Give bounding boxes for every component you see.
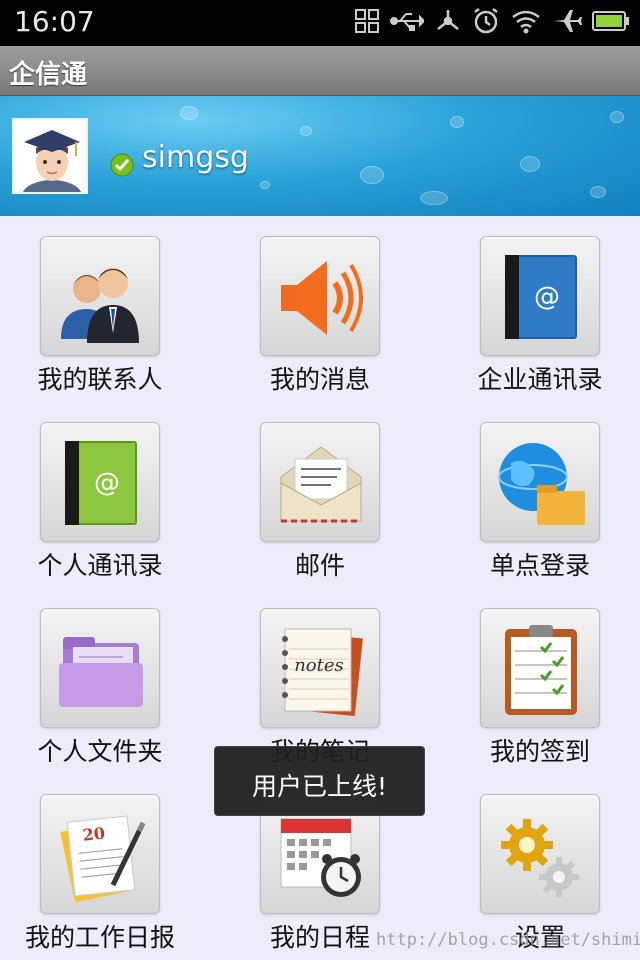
- toast-message: 用户已上线!: [251, 772, 388, 801]
- graduate-avatar-icon: [14, 120, 86, 192]
- clipboard-checklist-icon: [505, 625, 577, 715]
- gears-icon: [501, 819, 579, 897]
- menu-tile-enterprise-directory[interactable]: @: [480, 236, 600, 356]
- usb-icon: [390, 11, 426, 35]
- menu-label-single-sign-on: 单点登录: [489, 551, 590, 580]
- clock-time: 16:07: [14, 5, 95, 38]
- globe-folder-icon: [498, 443, 585, 525]
- menu-tile-my-daily-report[interactable]: 20: [40, 794, 160, 914]
- username: simgsg: [142, 140, 249, 175]
- menu-label-my-messages: 我的消息: [269, 365, 370, 394]
- app-title-bar: 企信通: [0, 46, 640, 96]
- wifi-icon: [510, 7, 542, 39]
- menu-tile-mail[interactable]: [260, 422, 380, 542]
- menu-label-my-check-in: 我的签到: [489, 737, 590, 766]
- share-icon: [434, 7, 462, 39]
- svg-text:notes: notes: [294, 655, 344, 676]
- profile-banner: simgsg: [0, 96, 640, 216]
- status-bar: 16:07: [0, 0, 640, 46]
- menu-tile-my-notes[interactable]: notes: [260, 608, 380, 728]
- purple-folder-icon: [59, 637, 143, 707]
- menu-label-my-contacts: 我的联系人: [37, 365, 163, 394]
- online-status-icon: [110, 153, 134, 177]
- menu-tile-settings[interactable]: [480, 794, 600, 914]
- menu-tile-my-messages[interactable]: [260, 236, 380, 356]
- svg-text:@: @: [94, 468, 120, 498]
- toast-notification: 用户已上线!: [214, 746, 425, 816]
- menu-tile-personal-folder[interactable]: [40, 608, 160, 728]
- battery-icon: [592, 10, 630, 36]
- watermark-text: http://blog.csdn.net/shimiso: [376, 930, 640, 950]
- airplane-mode-icon: [552, 7, 582, 39]
- envelope-icon: [280, 446, 362, 523]
- alarm-icon: [472, 7, 500, 39]
- calendar-clock-icon: [280, 818, 361, 897]
- svg-text:20: 20: [82, 824, 106, 845]
- green-address-book-icon: @: [65, 441, 137, 525]
- menu-tile-my-check-in[interactable]: [480, 608, 600, 728]
- app-title: 企信通: [9, 60, 88, 90]
- menu-tile-single-sign-on[interactable]: [480, 422, 600, 542]
- menu-tile-my-contacts[interactable]: [40, 236, 160, 356]
- menu-label-my-daily-report: 我的工作日报: [24, 923, 175, 952]
- svg-text:@: @: [534, 282, 560, 312]
- blue-address-book-icon: @: [505, 255, 577, 339]
- menu-label-personal-address-book: 个人通讯录: [37, 551, 163, 580]
- status-icons: [354, 8, 630, 38]
- menu-label-enterprise-directory: 企业通讯录: [477, 365, 603, 394]
- menu-label-mail: 邮件: [294, 551, 345, 580]
- menu-label-personal-folder: 个人文件夹: [37, 737, 163, 766]
- notes-icon: notes: [282, 628, 363, 717]
- menu-tile-personal-address-book[interactable]: @: [40, 422, 160, 542]
- user-avatar[interactable]: [12, 118, 88, 194]
- speaker-icon: [281, 261, 363, 335]
- daily-report-icon: 20: [60, 815, 146, 903]
- screenshot-grid-icon: [354, 8, 380, 38]
- contacts-icon: [61, 268, 139, 343]
